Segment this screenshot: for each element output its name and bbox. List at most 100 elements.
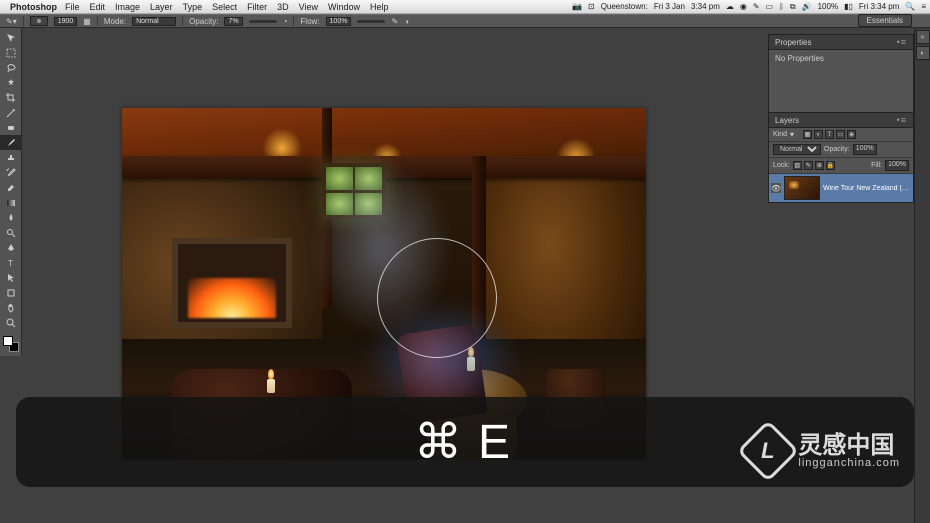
menu-type[interactable]: Type <box>183 2 203 12</box>
flow-slider[interactable] <box>357 20 385 23</box>
tool-marquee[interactable] <box>0 45 22 60</box>
tool-brush[interactable] <box>0 135 22 150</box>
menu-window[interactable]: Window <box>328 2 360 12</box>
cmd-icon: ⌘ <box>414 414 468 470</box>
color-swatches[interactable] <box>0 334 21 354</box>
tool-blur[interactable] <box>0 210 22 225</box>
screencast-icon[interactable]: ⊡ <box>588 2 595 11</box>
menu-select[interactable]: Select <box>212 2 237 12</box>
filter-adjust-icon[interactable]: ◐ <box>814 130 823 139</box>
airbrush-icon[interactable]: ✎ <box>391 17 398 26</box>
options-bar: ✎▾ 1900 ▦ Mode: Normal Opacity: 7% ◔ Flo… <box>0 14 930 28</box>
svg-text:T: T <box>8 259 13 268</box>
layer-thumbnail[interactable] <box>784 176 820 200</box>
tool-stamp[interactable] <box>0 150 22 165</box>
tool-lasso[interactable] <box>0 60 22 75</box>
tablet-size-icon[interactable]: ◑ <box>404 17 409 26</box>
bluetooth-icon[interactable]: ᛒ <box>779 2 784 11</box>
macos-menubar: Photoshop File Edit Image Layer Type Sel… <box>0 0 930 14</box>
camera-icon[interactable]: 📷 <box>572 2 582 11</box>
layers-tab[interactable]: Layers <box>775 116 799 125</box>
app-name[interactable]: Photoshop <box>10 2 57 12</box>
fill-field[interactable]: 100% <box>885 160 909 171</box>
tool-pen[interactable] <box>0 240 22 255</box>
menu-help[interactable]: Help <box>370 2 389 12</box>
layers-panel: Layers •≡ Kind ▾ ▦ ◐ T ▭ ◈ Normal Opacit… <box>768 112 914 203</box>
lock-pixels-icon[interactable]: ✎ <box>804 161 813 170</box>
filter-kind-select[interactable]: ▾ <box>790 130 800 139</box>
tool-hand[interactable] <box>0 300 22 315</box>
cc-icon[interactable]: ◉ <box>740 2 747 11</box>
blend-mode-select[interactable]: Normal <box>132 17 176 26</box>
lock-all-icon[interactable]: 🔒 <box>826 161 835 170</box>
tool-eraser[interactable] <box>0 180 22 195</box>
status-time-right: Fri 3:34 pm <box>859 2 899 11</box>
filter-shape-icon[interactable]: ▭ <box>836 130 845 139</box>
menu-3d[interactable]: 3D <box>277 2 289 12</box>
evernote-icon[interactable]: ✎ <box>753 2 760 11</box>
properties-tab[interactable]: Properties <box>775 38 811 47</box>
tool-wand[interactable] <box>0 75 22 90</box>
status-time-center: 3:34 pm <box>691 2 720 11</box>
brush-panel-icon[interactable]: ▦ <box>83 17 91 26</box>
tool-dodge[interactable] <box>0 225 22 240</box>
tool-history-brush[interactable] <box>0 165 22 180</box>
menu-view[interactable]: View <box>299 2 318 12</box>
tool-eyedropper[interactable] <box>0 105 22 120</box>
opacity-field[interactable]: 7% <box>224 17 242 26</box>
filter-pixel-icon[interactable]: ▦ <box>803 130 812 139</box>
brush-preview[interactable] <box>30 16 48 26</box>
dock-history-icon[interactable]: ◐ <box>916 46 930 60</box>
lock-label: Lock: <box>773 162 790 169</box>
dock-expand-icon[interactable]: » <box>916 30 930 44</box>
lock-transparency-icon[interactable]: ▨ <box>793 161 802 170</box>
wifi-icon[interactable]: ⧉ <box>790 2 796 12</box>
display-icon[interactable]: ▭ <box>766 2 774 11</box>
status-date: Fri 3 Jan <box>654 2 685 11</box>
tool-path-select[interactable] <box>0 270 22 285</box>
tool-crop[interactable] <box>0 90 22 105</box>
tablet-opacity-icon[interactable]: ◔ <box>283 17 288 26</box>
no-properties-text: No Properties <box>775 54 824 63</box>
menu-file[interactable]: File <box>65 2 80 12</box>
watermark: L 灵感中国 lingganchina.com <box>746 429 900 473</box>
tool-type[interactable]: T <box>0 255 22 270</box>
flow-label: Flow: <box>300 17 319 26</box>
layer-opacity-field[interactable]: 100% <box>853 144 877 155</box>
filter-smart-icon[interactable]: ◈ <box>847 130 856 139</box>
layer-row[interactable]: 👁 Wine Tour New Zealand (139 of 22)... <box>769 174 913 202</box>
layer-name[interactable]: Wine Tour New Zealand (139 of 22)... <box>823 185 911 192</box>
notifications-icon[interactable]: ≡ <box>921 2 926 11</box>
tool-gradient[interactable] <box>0 195 22 210</box>
visibility-icon[interactable]: 👁 <box>771 183 781 193</box>
tool-move[interactable] <box>0 30 22 45</box>
workspace-switcher[interactable]: Essentials <box>858 14 912 27</box>
opacity-label: Opacity: <box>189 17 218 26</box>
blend-mode-select[interactable]: Normal <box>773 144 821 155</box>
brush-size-field[interactable]: 1900 <box>54 17 78 26</box>
foreground-color[interactable] <box>3 336 13 346</box>
tool-preset-icon[interactable]: ✎▾ <box>6 17 17 26</box>
tool-heal[interactable] <box>0 120 22 135</box>
spotlight-icon[interactable]: 🔍 <box>905 2 915 11</box>
layer-opacity-label: Opacity: <box>824 146 850 153</box>
volume-icon[interactable]: 🔊 <box>802 2 812 11</box>
tools-panel: T <box>0 28 22 356</box>
watermark-en: lingganchina.com <box>798 458 900 469</box>
menu-layer[interactable]: Layer <box>150 2 173 12</box>
tool-zoom[interactable] <box>0 315 22 330</box>
tool-shape[interactable] <box>0 285 22 300</box>
flow-field[interactable]: 100% <box>326 17 352 26</box>
panel-menu-icon[interactable]: •≡ <box>897 37 907 47</box>
opacity-slider[interactable] <box>249 20 277 23</box>
lock-position-icon[interactable]: ⊕ <box>815 161 824 170</box>
filter-kind-label: Kind <box>773 131 787 138</box>
menu-image[interactable]: Image <box>115 2 140 12</box>
right-dock: » ◐ <box>914 28 930 523</box>
menu-edit[interactable]: Edit <box>90 2 106 12</box>
battery-icon[interactable]: ▮▯ <box>844 2 853 11</box>
menu-filter[interactable]: Filter <box>247 2 267 12</box>
filter-type-icon[interactable]: T <box>825 130 834 139</box>
panel-menu-icon[interactable]: •≡ <box>897 115 907 125</box>
dropbox-icon[interactable]: ☁ <box>726 2 734 11</box>
